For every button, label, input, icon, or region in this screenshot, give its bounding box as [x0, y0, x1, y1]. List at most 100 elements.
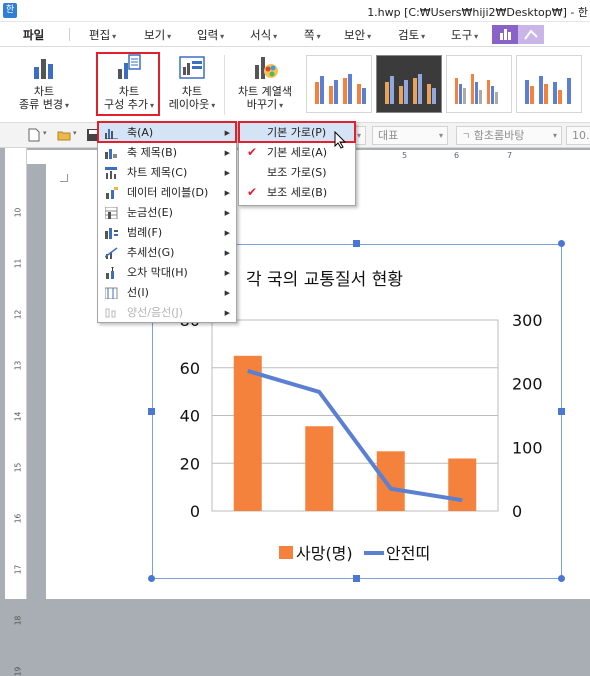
highlight-axis-item — [97, 121, 237, 143]
y-left-tick-label: 40 — [180, 407, 200, 426]
chart-layout-button[interactable]: 차트 레이아웃 ▾ — [166, 53, 218, 112]
menu-item-gridline[interactable]: 눈금선(E) ▶ — [99, 203, 235, 223]
y-left-tick-label: 20 — [180, 454, 200, 473]
chart-title-icon — [105, 167, 117, 179]
chart-style-2[interactable] — [376, 55, 442, 113]
menu-item-updown-bar: 양선/음선(J) ▶ — [99, 303, 235, 323]
menu-item-legend[interactable]: 범례(F) ▶ — [99, 223, 235, 243]
ruler-number: 7 — [507, 151, 513, 160]
ribbon-divider — [224, 55, 225, 115]
chart-format-tab-icon[interactable] — [518, 25, 544, 44]
chart-style-3[interactable] — [446, 55, 512, 113]
menu-review[interactable]: 검토 ▾ — [398, 27, 425, 43]
ruler-number: 18 — [13, 615, 23, 626]
change-chart-type-button[interactable]: 차트 종류 변경 ▾ — [14, 53, 74, 112]
menu-item-label: 추세선(G) — [127, 246, 175, 259]
mouse-cursor-icon — [334, 131, 347, 149]
ruler-number: 14 — [13, 411, 23, 422]
menu-item-label: 축 제목(B) — [127, 146, 177, 159]
window-title: 1.hwp [C:₩Users₩hiji2₩Desktop₩] - 한 — [367, 6, 588, 19]
ruler-number: 19 — [13, 666, 23, 676]
chart-title[interactable]: 각 국의 교통질서 현황 — [246, 265, 476, 290]
submenu-item-label: 보조 가로(S) — [267, 166, 327, 179]
resize-handle-top[interactable] — [353, 240, 360, 247]
menu-divider — [69, 28, 70, 41]
ruler-number: 17 — [13, 564, 23, 575]
menu-item-chart-title[interactable]: 차트 제목(C) ▶ — [99, 163, 235, 183]
menu-format[interactable]: 서식 ▾ — [250, 27, 277, 43]
font-size-combo[interactable]: 10. — [566, 126, 590, 145]
menu-item-label: 선(I) — [127, 286, 149, 299]
y-right-tick-label: 200 — [512, 375, 543, 394]
change-series-color-button[interactable]: 차트 계열색 바꾸기 ▾ — [232, 53, 298, 112]
chart-tab-icon[interactable] — [492, 25, 518, 44]
y-right-tick-label: 0 — [512, 502, 522, 521]
ruler-number: 12 — [13, 309, 23, 320]
menu-item-label: 눈금선(E) — [127, 206, 173, 219]
y-right-tick-label: 300 — [512, 311, 543, 330]
menu-item-line[interactable]: 선(I) ▶ — [99, 283, 235, 303]
title-bar: 한 1.hwp [C:₩Users₩hiji2₩Desktop₩] - 한 — [0, 0, 590, 22]
menu-item-label: 오차 막대(H) — [127, 266, 188, 279]
submenu-arrow-icon: ▶ — [224, 269, 230, 277]
check-icon: ✔ — [247, 145, 258, 159]
menu-tools[interactable]: 도구 ▾ — [451, 27, 478, 43]
submenu-arrow-icon: ▶ — [224, 209, 230, 217]
legend-swatch-bar — [279, 546, 293, 559]
menu-view[interactable]: 보기 ▾ — [144, 27, 171, 43]
submenu-item-label: 기본 세로(A) — [267, 146, 328, 159]
submenu-arrow-icon: ▶ — [224, 169, 230, 177]
submenu-item[interactable]: ✔ 보조 세로(B) — [240, 183, 354, 202]
style-combo[interactable]: 대표 ▾ — [372, 126, 448, 145]
margin-marker — [60, 174, 68, 182]
bar — [305, 426, 334, 511]
legend-label: 안전띠 — [386, 544, 430, 563]
menu-security[interactable]: 보안 ▾ — [344, 27, 371, 43]
chart-style-4[interactable] — [516, 55, 582, 113]
hwp-app-icon[interactable]: 한 — [3, 3, 17, 18]
ruler-number: 11 — [13, 258, 23, 269]
ruler-number: 5 — [402, 151, 408, 160]
menu-page[interactable]: 쪽 ▾ — [304, 27, 321, 43]
bar — [448, 458, 477, 511]
chart-style-gallery — [302, 51, 590, 119]
open-folder-icon[interactable] — [57, 128, 71, 142]
ruler-number: 15 — [13, 462, 23, 473]
submenu-arrow-icon: ▶ — [224, 309, 230, 317]
menu-item-label: 데이터 레이블(D) — [127, 186, 209, 199]
menu-insert[interactable]: 입력 ▾ — [197, 27, 224, 43]
menu-file[interactable]: 파일 — [23, 27, 44, 43]
chart-type-icon — [30, 53, 58, 81]
menu-item-error-bar[interactable]: 오차 막대(H) ▶ — [99, 263, 235, 283]
trendline-icon — [105, 247, 118, 259]
font-combo[interactable]: ㄱ 함초롬바탕 ▾ — [456, 126, 562, 145]
series-color-icon — [251, 53, 279, 81]
resize-handle-tr[interactable] — [558, 240, 565, 247]
menu-item-data-label[interactable]: 데이터 레이블(D) ▶ — [99, 183, 235, 203]
chart-element-menu: 축(A) ▶ 축 제목(B) ▶ 차트 제목(C) ▶ 데이터 레이블(D) ▶ 눈금선(E) ▶… — [97, 121, 237, 323]
ruler-number: 13 — [13, 360, 23, 371]
new-document-icon[interactable] — [27, 128, 41, 142]
menu-item-label: 양선/음선(J) — [127, 306, 184, 319]
menu-item-label: 차트 제목(C) — [127, 166, 188, 179]
vertical-ruler: 10 11 12 13 14 15 16 17 18 19 — [5, 148, 27, 676]
menu-item-trendline[interactable]: 추세선(G) ▶ — [99, 243, 235, 263]
menu-item-label: 범례(F) — [127, 226, 163, 239]
submenu-item[interactable]: 보조 가로(S) — [240, 163, 354, 182]
y-left-tick-label: 60 — [180, 359, 200, 378]
chart-layout-icon — [178, 53, 206, 81]
submenu-arrow-icon: ▶ — [224, 249, 230, 257]
check-icon: ✔ — [247, 185, 258, 199]
updown-bar-icon — [105, 308, 116, 318]
legend-label: 사망(명) — [296, 544, 353, 563]
menu-edit[interactable]: 편집 ▾ — [89, 27, 116, 43]
chart-plot: 0204060800100200300사망(명)안전띠 — [180, 311, 543, 563]
y-right-tick-label: 100 — [512, 438, 543, 457]
bar — [233, 355, 262, 511]
submenu-arrow-icon: ▶ — [224, 189, 230, 197]
bar — [376, 451, 405, 511]
submenu-arrow-icon: ▶ — [224, 289, 230, 297]
submenu-arrow-icon: ▶ — [224, 229, 230, 237]
menu-item-axis-title[interactable]: 축 제목(B) ▶ — [99, 143, 235, 163]
chart-style-1[interactable] — [306, 55, 372, 113]
